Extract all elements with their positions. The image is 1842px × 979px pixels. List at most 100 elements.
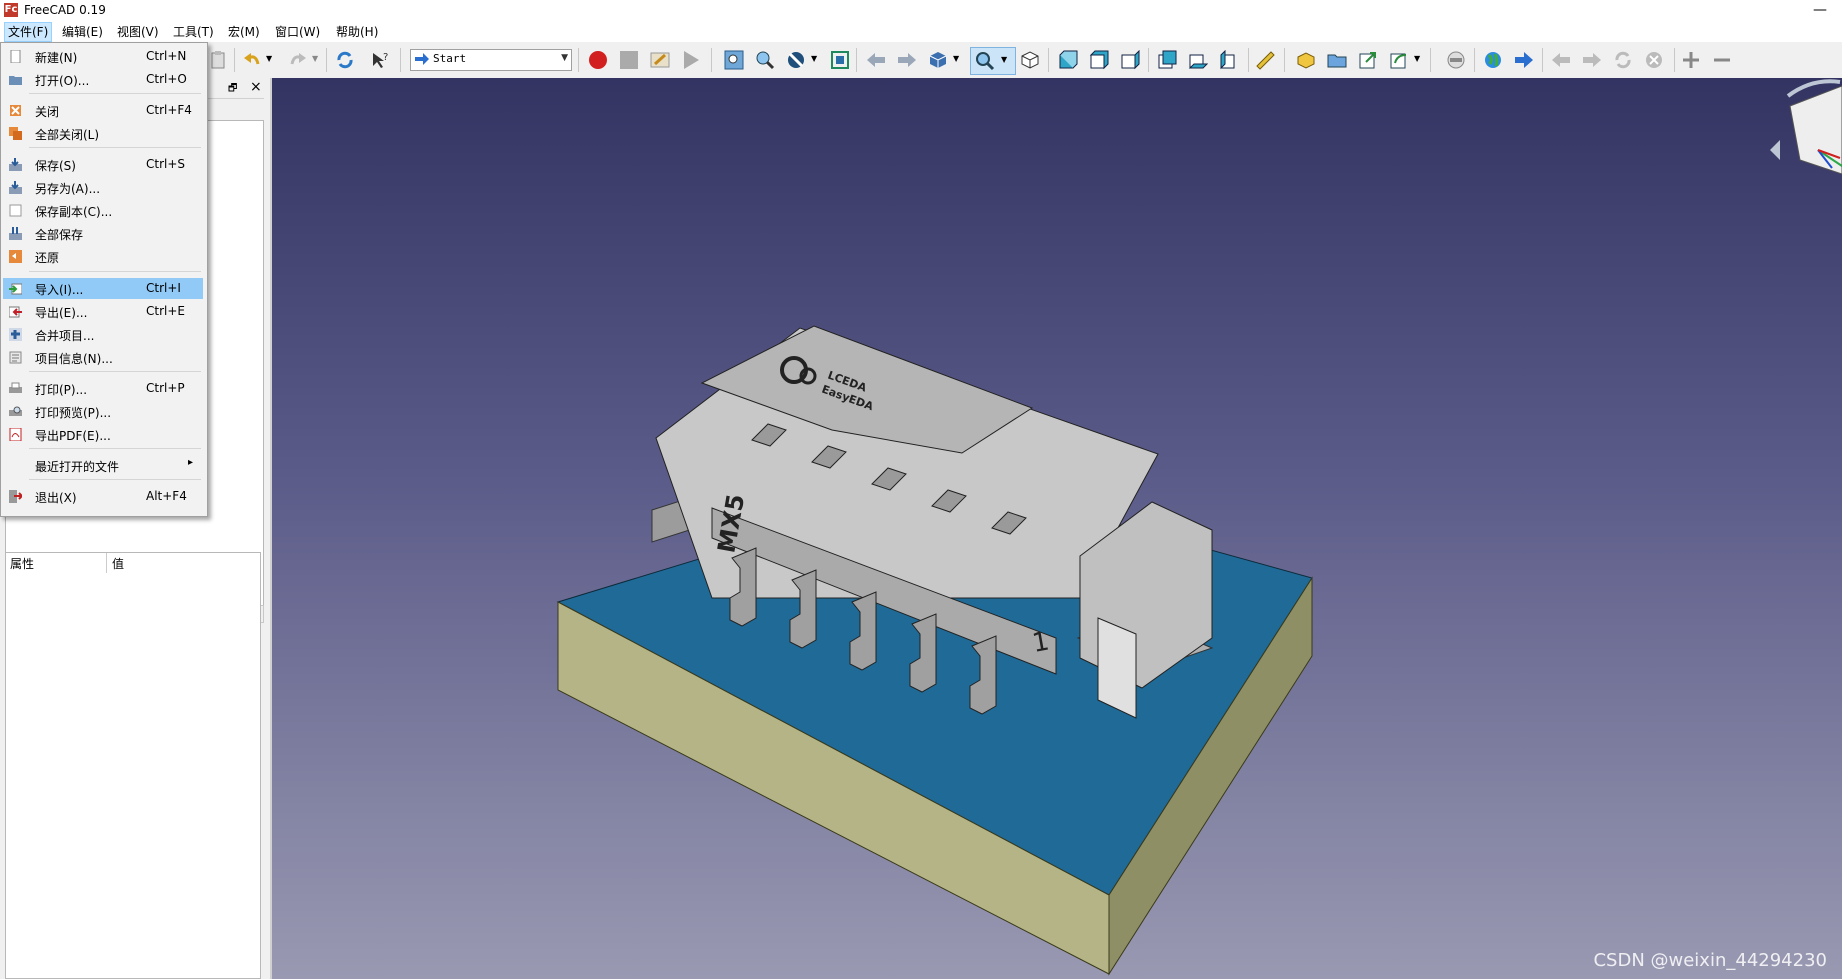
- menu-item-merge[interactable]: 合并项目...: [3, 324, 203, 345]
- draw-style-icon[interactable]: [786, 50, 806, 70]
- menu-item-save-as[interactable]: 另存为(A)...: [3, 177, 203, 198]
- create-group-icon[interactable]: [1327, 50, 1347, 70]
- menu-view[interactable]: 视图(V): [114, 23, 162, 41]
- save-icon: [9, 158, 22, 171]
- title-bar: Fc FreeCAD 0.19 —: [0, 0, 1842, 22]
- zoom-icon: [976, 52, 995, 71]
- property-view[interactable]: 属性 值: [5, 552, 261, 979]
- undo-icon[interactable]: [242, 50, 262, 70]
- zoom-dropdown-icon: ▼: [1001, 55, 1008, 64]
- menu-item-close[interactable]: 关闭 Ctrl+F4: [3, 100, 203, 121]
- menu-item-save-copy[interactable]: 保存副本(C)...: [3, 200, 203, 221]
- new-document-icon: [10, 50, 21, 63]
- menu-item-revert[interactable]: 还原: [3, 246, 203, 267]
- start-page-icon[interactable]: [1446, 50, 1466, 70]
- menu-help[interactable]: 帮助(H): [333, 23, 381, 41]
- close-panel-icon[interactable]: ×: [250, 79, 262, 95]
- run-macro-icon[interactable]: [681, 50, 701, 70]
- menu-item-new[interactable]: 新建(N) Ctrl+N: [3, 46, 203, 67]
- open-url-icon[interactable]: [1514, 50, 1534, 70]
- menu-item-export[interactable]: 导出(E)... Ctrl+E: [3, 301, 203, 322]
- menu-macro[interactable]: 宏(M): [225, 23, 263, 41]
- svg-text:?: ?: [383, 52, 388, 63]
- measure-icon[interactable]: [1255, 50, 1275, 70]
- std-views-dropdown-icon[interactable]: ▼: [953, 54, 959, 63]
- menu-item-close-all[interactable]: 全部关闭(L): [3, 123, 203, 144]
- menu-file[interactable]: 文件(F): [4, 22, 53, 42]
- merge-icon: [9, 328, 22, 341]
- submenu-arrow-icon: ▸: [187, 457, 193, 468]
- link-actions-dropdown-icon[interactable]: ▼: [1414, 54, 1420, 63]
- web-globe-icon[interactable]: [1483, 50, 1503, 70]
- fit-all-icon[interactable]: [724, 50, 744, 70]
- float-panel-icon[interactable]: 🗗: [228, 81, 237, 98]
- file-menu-dropdown: 新建(N) Ctrl+N 打开(O)... Ctrl+O 关闭 Ctrl+F4 全部关…: [0, 42, 208, 517]
- minimize-button[interactable]: —: [1798, 0, 1842, 22]
- link-actions-icon[interactable]: [1389, 50, 1409, 70]
- create-link-icon[interactable]: [1358, 50, 1378, 70]
- redo-icon[interactable]: [288, 50, 308, 70]
- undo-dropdown-icon[interactable]: ▼: [266, 54, 272, 63]
- connector-lock-slot: [1097, 617, 1137, 719]
- redo-dropdown-icon[interactable]: ▼: [312, 54, 318, 63]
- menu-item-export-pdf[interactable]: 导出PDF(E)...: [3, 424, 203, 445]
- zoom-in-icon[interactable]: [1681, 50, 1701, 70]
- save-copy-icon: [9, 204, 22, 217]
- menu-edit[interactable]: 编辑(E): [59, 23, 106, 41]
- workbench-selector[interactable]: Start ▼: [410, 49, 572, 71]
- menu-item-print-preview[interactable]: 打印预览(P)...: [3, 401, 203, 422]
- edit-macro-icon[interactable]: [650, 50, 670, 70]
- web-refresh-icon[interactable]: [1613, 50, 1633, 70]
- record-macro-icon[interactable]: [588, 50, 608, 70]
- menu-item-save-all[interactable]: 全部保存: [3, 223, 203, 244]
- 3d-viewport[interactable]: LCEDA EasyEDA MX5 1 CSDN @weixin_4429423…: [272, 78, 1842, 979]
- view-front-icon[interactable]: [1058, 50, 1078, 70]
- view-rear-icon[interactable]: [1157, 50, 1177, 70]
- create-part-icon[interactable]: [1296, 50, 1316, 70]
- menu-item-exit[interactable]: 退出(X) Alt+F4: [3, 486, 203, 507]
- close-icon: [10, 105, 21, 116]
- pdf-icon: [9, 428, 22, 441]
- refresh-icon[interactable]: [335, 50, 355, 70]
- exit-icon: [9, 490, 22, 503]
- fit-selection-icon[interactable]: [755, 50, 775, 70]
- menu-item-recent-files[interactable]: 最近打开的文件 ▸: [3, 455, 203, 476]
- zoom-out-icon[interactable]: [1712, 50, 1732, 70]
- menu-item-save[interactable]: 保存(S) Ctrl+S: [3, 154, 203, 175]
- stop-macro-icon[interactable]: [619, 50, 639, 70]
- whats-this-icon[interactable]: ?: [370, 50, 390, 70]
- import-icon: [9, 283, 22, 295]
- view-isometric-icon[interactable]: [1020, 50, 1040, 70]
- view-left-icon[interactable]: [1219, 50, 1239, 70]
- menu-item-open[interactable]: 打开(O)... Ctrl+O: [3, 69, 203, 90]
- view-right-icon[interactable]: [1120, 50, 1140, 70]
- std-views-icon[interactable]: [928, 50, 948, 70]
- revert-icon: [9, 250, 22, 263]
- menu-bar: 文件(F) 编辑(E) 视图(V) 工具(T) 宏(M) 窗口(W) 帮助(H): [0, 22, 1842, 42]
- web-back-icon[interactable]: [1551, 50, 1571, 70]
- close-all-icon: [9, 127, 22, 140]
- project-info-icon: [9, 351, 22, 364]
- property-column-header: 属性: [10, 557, 35, 571]
- zoom-button-active[interactable]: ▼: [970, 47, 1016, 75]
- menu-window[interactable]: 窗口(W): [272, 23, 323, 41]
- web-stop-icon[interactable]: [1644, 50, 1664, 70]
- bounding-box-icon[interactable]: [830, 50, 850, 70]
- menu-tools[interactable]: 工具(T): [170, 23, 217, 41]
- menu-item-project-info[interactable]: 项目信息(N)...: [3, 347, 203, 368]
- web-forward-icon[interactable]: [1582, 50, 1602, 70]
- csdn-watermark: CSDN @weixin_44294230: [1593, 950, 1827, 971]
- paste-icon[interactable]: [208, 50, 228, 70]
- main-toolbar: ▼ ▼ ? Start ▼ ▼ ▼ ▼ ▼: [0, 42, 1842, 79]
- view-top-icon[interactable]: [1089, 50, 1109, 70]
- forward-icon[interactable]: [897, 50, 917, 70]
- print-icon: [9, 382, 22, 393]
- menu-item-import[interactable]: 导入(I)... Ctrl+I: [3, 278, 203, 299]
- open-folder-icon: [9, 76, 22, 85]
- chevron-down-icon: ▼: [561, 53, 568, 63]
- view-bottom-icon[interactable]: [1188, 50, 1208, 70]
- navigation-cube-icon[interactable]: [1770, 79, 1842, 175]
- menu-item-print[interactable]: 打印(P)... Ctrl+P: [3, 378, 203, 399]
- back-icon[interactable]: [866, 50, 886, 70]
- draw-style-dropdown-icon[interactable]: ▼: [811, 54, 817, 63]
